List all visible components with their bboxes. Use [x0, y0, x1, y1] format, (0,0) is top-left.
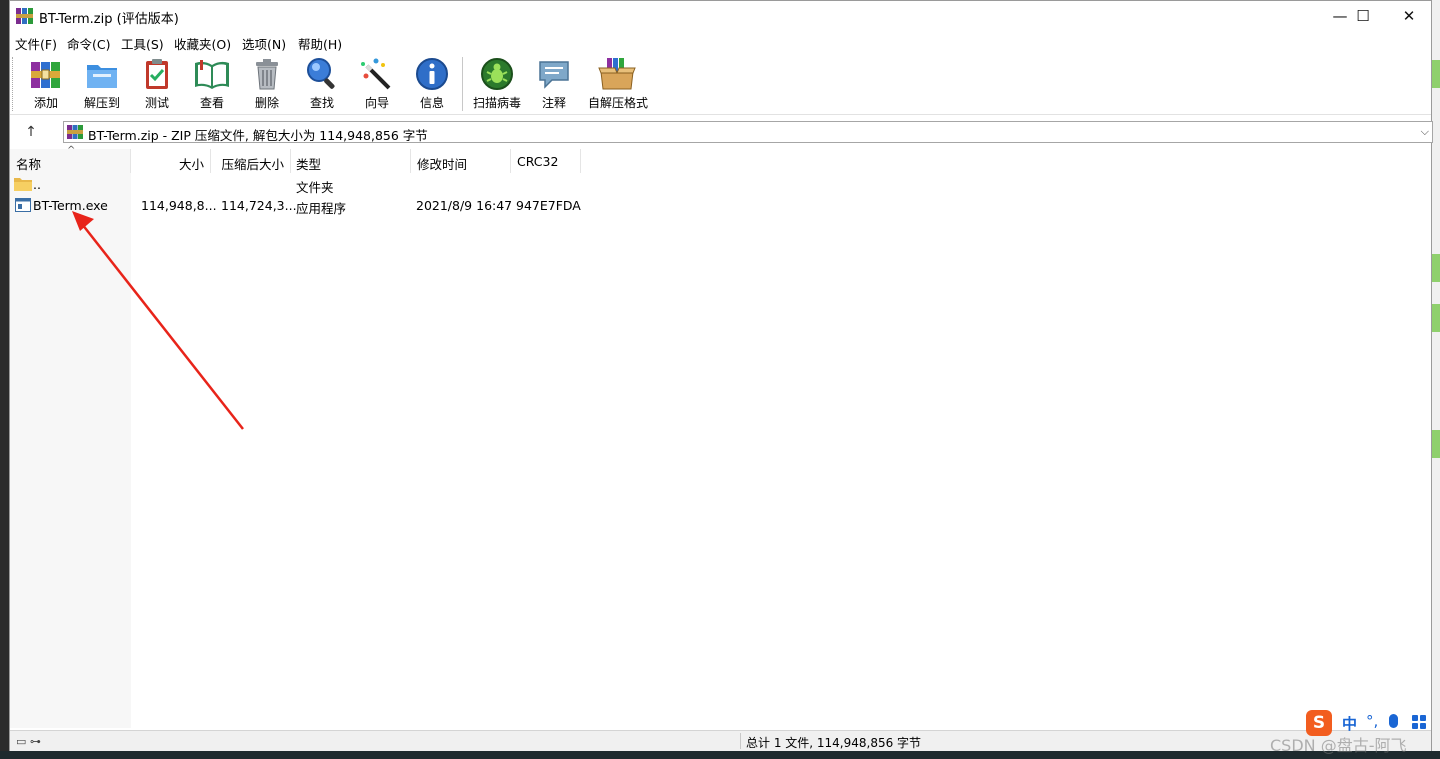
background-tab: [1432, 254, 1440, 282]
file-type: 文件夹: [296, 180, 334, 195]
delete-button[interactable]: 删除: [239, 56, 295, 112]
maximize-button[interactable]: ☐: [1340, 1, 1386, 31]
virus-scan-button[interactable]: 扫描病毒: [469, 56, 525, 112]
apps-grid-icon[interactable]: [1412, 715, 1426, 729]
winrar-app-icon: [16, 8, 33, 24]
virus-scan-label: 扫描病毒: [472, 96, 521, 110]
toolbar-separator: [462, 57, 463, 111]
file-name: BT-Term.exe: [33, 198, 108, 213]
find-magnifier-icon: [307, 58, 335, 89]
status-bar: ▭ ⊶ 总计 1 文件, 114,948,856 字节: [10, 730, 1431, 751]
wizard-wand-icon: [361, 58, 391, 90]
column-name-label: 名称: [16, 157, 42, 172]
column-modified-label: 修改时间: [417, 157, 468, 172]
sfx-button[interactable]: 自解压格式: [588, 56, 649, 112]
background-tab: [1432, 60, 1440, 88]
file-list: 名称 ^ 大小 压缩后大小 类型 修改时间 CRC32 .. 文件夹 BT-Te…: [10, 145, 1430, 728]
menu-commands[interactable]: 命令(C): [67, 34, 110, 53]
table-row-parent[interactable]: .. 文件夹: [10, 174, 590, 195]
menu-tools[interactable]: 工具(S): [121, 34, 164, 53]
status-divider: [740, 733, 741, 749]
folder-icon: [14, 178, 32, 191]
sfx-label: 自解压格式: [588, 96, 649, 110]
file-type: 应用程序: [296, 201, 347, 216]
add-button[interactable]: 添加: [18, 56, 74, 112]
file-modified: 2021/8/9 16:47: [416, 198, 513, 213]
info-button[interactable]: 信息: [404, 56, 460, 112]
name-column-background: [10, 149, 131, 728]
comment-bubble-icon: [539, 61, 569, 89]
file-packed-size: 114,724,3...: [221, 198, 297, 213]
file-size: 114,948,8...: [141, 198, 217, 213]
microphone-icon[interactable]: [1389, 714, 1398, 728]
column-header-name[interactable]: 名称 ^: [10, 145, 131, 173]
column-packed-label: 压缩后大小: [221, 157, 284, 172]
view-label: 查看: [199, 96, 224, 110]
file-crc: 947E7FDA: [516, 198, 581, 213]
column-header-modified[interactable]: 修改时间: [411, 149, 511, 173]
desktop-right-strip: [1432, 0, 1440, 759]
winrar-window: BT-Term.zip (评估版本) — ☐ ✕ 文件(F) 命令(C) 工具(…: [9, 0, 1433, 751]
column-header-crc[interactable]: CRC32: [511, 149, 581, 173]
add-archive-icon: [31, 62, 60, 88]
toolbar: 添加 解压到 测试 查看 删除 查找 向导 信息 扫描病毒 注释 自解压格式: [10, 53, 1431, 115]
sfx-box-icon: [598, 58, 636, 90]
status-drive-icons[interactable]: ▭ ⊶: [16, 735, 41, 748]
address-row: ↑ BT-Term.zip - ZIP 压缩文件, 解包大小为 114,948,…: [10, 117, 1433, 147]
info-label: 信息: [419, 96, 444, 110]
view-book-icon: [195, 60, 229, 89]
menu-options[interactable]: 选项(N): [242, 34, 286, 53]
wizard-button[interactable]: 向导: [349, 56, 405, 112]
csdn-watermark: CSDN @盘古-阿飞: [1270, 736, 1407, 755]
delete-label: 删除: [254, 96, 279, 110]
extract-folder-icon: [87, 65, 117, 88]
test-clipboard-icon: [146, 59, 168, 89]
close-button[interactable]: ✕: [1386, 1, 1432, 31]
column-type-label: 类型: [296, 157, 322, 172]
extract-to-label: 解压到: [83, 96, 120, 110]
address-text: BT-Term.zip - ZIP 压缩文件, 解包大小为 114,948,85…: [88, 128, 428, 143]
comment-button[interactable]: 注释: [526, 56, 582, 112]
title-bar[interactable]: BT-Term.zip (评估版本) — ☐ ✕: [10, 1, 1431, 31]
menu-favorites[interactable]: 收藏夹(O): [174, 34, 231, 53]
add-label: 添加: [33, 96, 58, 110]
zip-archive-icon: [67, 125, 83, 139]
virus-bug-icon: [481, 58, 513, 90]
column-size-label: 大小: [178, 157, 204, 172]
delete-trash-icon: [256, 59, 278, 90]
wizard-label: 向导: [364, 96, 389, 110]
comment-label: 注释: [541, 96, 566, 110]
desktop-left-strip: [0, 0, 9, 759]
find-label: 查找: [309, 96, 334, 110]
ime-punctuation[interactable]: °,: [1366, 712, 1378, 730]
sort-caret-icon: ^: [67, 145, 76, 156]
file-name: ..: [33, 177, 41, 192]
column-header-type[interactable]: 类型: [291, 149, 411, 173]
info-icon: [416, 58, 448, 90]
find-button[interactable]: 查找: [294, 56, 350, 112]
toolbar-grip[interactable]: [12, 57, 15, 111]
test-button[interactable]: 测试: [129, 56, 185, 112]
table-row-exe[interactable]: BT-Term.exe 114,948,8... 114,724,3... 应用…: [10, 195, 590, 216]
background-tab: [1432, 304, 1440, 332]
view-button[interactable]: 查看: [184, 56, 240, 112]
menu-help[interactable]: 帮助(H): [298, 34, 342, 53]
address-field[interactable]: BT-Term.zip - ZIP 压缩文件, 解包大小为 114,948,85…: [63, 121, 1433, 143]
chevron-down-icon[interactable]: ⌵: [1421, 125, 1429, 139]
window-title: BT-Term.zip (评估版本): [39, 12, 179, 27]
ime-language[interactable]: 中: [1342, 713, 1357, 734]
column-header-packed[interactable]: 压缩后大小: [211, 149, 291, 173]
desktop-bottom-strip: [0, 751, 1440, 759]
status-summary: 总计 1 文件, 114,948,856 字节: [746, 736, 922, 750]
menu-bar: 文件(F) 命令(C) 工具(S) 收藏夹(O) 选项(N) 帮助(H): [10, 31, 1431, 53]
background-tab: [1432, 430, 1440, 458]
extract-to-button[interactable]: 解压到: [74, 56, 130, 112]
column-crc-label: CRC32: [517, 154, 559, 169]
up-arrow-icon[interactable]: ↑: [20, 121, 42, 143]
column-header-size[interactable]: 大小: [131, 149, 211, 173]
test-label: 测试: [144, 96, 169, 110]
exe-icon: [15, 198, 31, 212]
menu-file[interactable]: 文件(F): [15, 34, 57, 53]
